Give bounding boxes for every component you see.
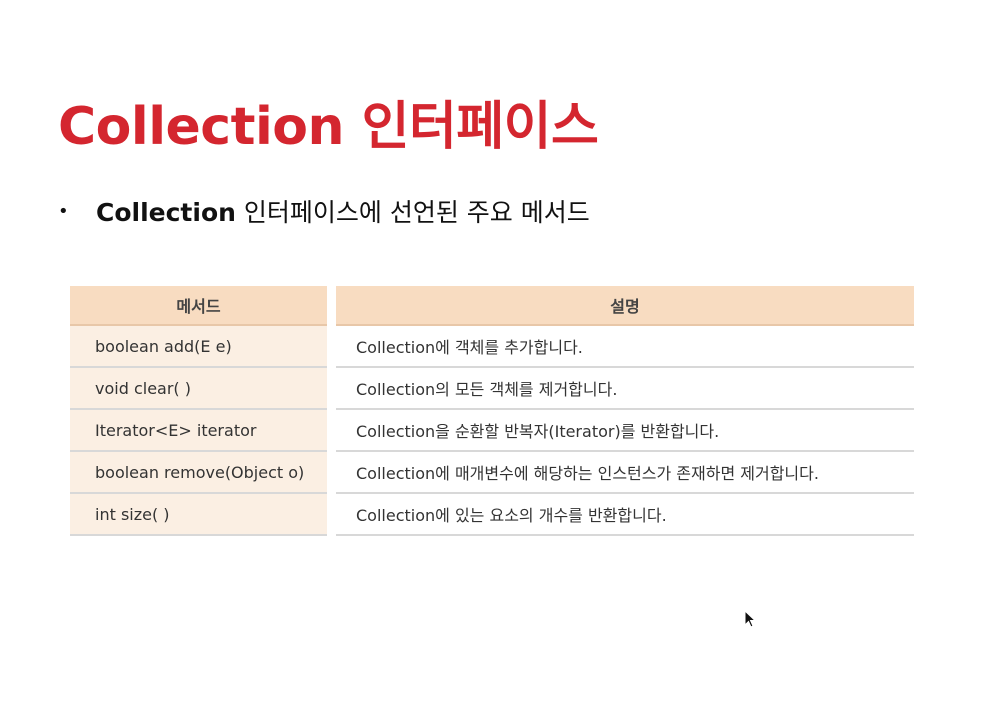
bullet-marker: • [58,200,69,222]
table-row: boolean add(E e) Collection에 객체를 추가합니다. [70,326,914,368]
method-cell: boolean add(E e) [70,326,327,368]
description-cell: Collection에 있는 요소의 개수를 반환합니다. [336,494,914,536]
bullet-item: • Collection 인터페이스에 선언된 주요 메서드 [58,193,590,229]
description-cell: Collection을 순환할 반복자(Iterator)를 반환합니다. [336,410,914,452]
bullet-text-rest: 인터페이스에 선언된 주요 메서드 [235,198,590,227]
table-row: boolean remove(Object o) Collection에 매개변… [70,452,914,494]
description-cell: Collection에 매개변수에 해당하는 인스턴스가 존재하면 제거합니다. [336,452,914,494]
bullet-text: Collection 인터페이스에 선언된 주요 메서드 [96,193,590,229]
bullet-text-bold: Collection [96,198,236,227]
method-cell: boolean remove(Object o) [70,452,327,494]
description-cell: Collection에 객체를 추가합니다. [336,326,914,368]
table-row: Iterator<E> iterator Collection을 순환할 반복자… [70,410,914,452]
methods-table: 메서드 설명 boolean add(E e) Collection에 객체를 … [70,286,914,536]
header-description: 설명 [336,286,914,326]
method-cell: int size( ) [70,494,327,536]
header-method: 메서드 [70,286,327,326]
method-cell: Iterator<E> iterator [70,410,327,452]
description-cell: Collection의 모든 객체를 제거합니다. [336,368,914,410]
table-header-row: 메서드 설명 [70,286,914,326]
method-cell: void clear( ) [70,368,327,410]
mouse-pointer-icon [744,609,757,632]
table-row: void clear( ) Collection의 모든 객체를 제거합니다. [70,368,914,410]
slide-title: Collection 인터페이스 [58,97,599,157]
table-row: int size( ) Collection에 있는 요소의 개수를 반환합니다… [70,494,914,536]
